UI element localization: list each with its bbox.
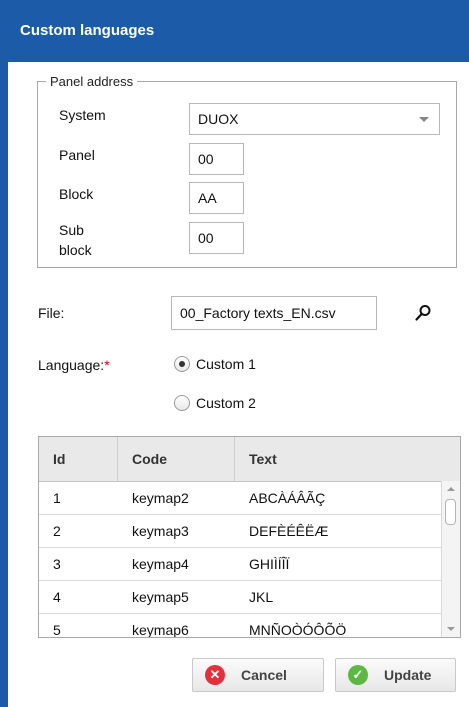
update-button-label: Update — [384, 667, 432, 683]
cell-text: MNÑOÒÓÔÕÖ — [249, 622, 347, 638]
scroll-down-arrow-icon[interactable] — [447, 627, 455, 631]
table-scrollbar[interactable] — [441, 481, 460, 637]
table-row[interactable]: 3 keymap4 GHIÌÍÎÏ — [39, 548, 460, 581]
cell-code: keymap3 — [132, 523, 189, 539]
file-label: File: — [38, 305, 65, 321]
subblock-label-line1: Sub — [59, 222, 84, 238]
table-row[interactable]: 1 keymap2 ABCÀÁÂÃÇ — [39, 482, 460, 515]
dialog-title: Custom languages — [20, 22, 155, 39]
cell-text: GHIÌÍÎÏ — [249, 556, 290, 572]
subblock-input[interactable]: 00 — [189, 222, 244, 254]
panel-input[interactable]: 00 — [189, 143, 244, 175]
table-row[interactable]: 5 keymap6 MNÑOÒÓÔÕÖ — [39, 614, 460, 638]
cancel-button-label: Cancel — [241, 667, 287, 683]
system-value: DUOX — [198, 111, 239, 127]
cell-code: keymap5 — [132, 589, 189, 605]
radio-custom-2-label: Custom 2 — [196, 395, 256, 411]
checkmark-icon: ✓ — [348, 665, 368, 685]
cell-text: JKL — [249, 589, 274, 605]
language-label: Language:* — [38, 357, 110, 373]
column-header-text[interactable]: Text — [235, 437, 440, 481]
file-input[interactable]: 00_Factory texts_EN.csv — [171, 296, 377, 330]
cell-id: 4 — [53, 589, 61, 605]
column-header-code[interactable]: Code — [118, 437, 235, 481]
required-asterisk: * — [104, 357, 110, 373]
custom-languages-dialog: Custom languages Panel address System DU… — [8, 0, 469, 707]
radio-circle — [174, 395, 190, 411]
system-select[interactable]: DUOX — [189, 103, 440, 135]
radio-custom-2[interactable]: Custom 2 — [174, 395, 256, 411]
radio-custom-1[interactable]: Custom 1 — [174, 356, 256, 372]
close-icon: ✕ — [205, 665, 225, 685]
system-label: System — [59, 107, 106, 123]
table-row[interactable]: 4 keymap5 JKL — [39, 581, 460, 614]
cell-id: 1 — [53, 490, 61, 506]
table-header: Id Code Text — [39, 437, 460, 482]
cell-id: 2 — [53, 523, 61, 539]
cell-id: 3 — [53, 556, 61, 572]
languages-table: Id Code Text 1 keymap2 ABCÀÁÂÃÇ 2 keymap… — [38, 436, 461, 638]
panel-address-legend: Panel address — [50, 74, 134, 89]
panel-label: Panel — [59, 147, 95, 163]
cell-id: 5 — [53, 622, 61, 638]
column-header-id[interactable]: Id — [39, 437, 118, 481]
subblock-label-line2: block — [59, 242, 92, 258]
chevron-down-icon — [419, 117, 429, 122]
cell-code: keymap4 — [132, 556, 189, 572]
block-input[interactable]: AA — [189, 182, 244, 214]
radio-custom-1-label: Custom 1 — [196, 356, 256, 372]
title-bar: Custom languages — [8, 0, 469, 62]
table-row[interactable]: 2 keymap3 DEFÈÉÊËÆ — [39, 515, 460, 548]
update-button[interactable]: ✓ Update — [335, 658, 456, 692]
search-icon[interactable] — [413, 303, 433, 323]
scroll-up-arrow-icon[interactable] — [447, 487, 455, 491]
cell-code: keymap2 — [132, 490, 189, 506]
block-label: Block — [59, 186, 94, 202]
cancel-button[interactable]: ✕ Cancel — [192, 658, 324, 692]
radio-circle-selected — [174, 356, 190, 372]
cell-text: ABCÀÁÂÃÇ — [249, 490, 326, 506]
scrollbar-thumb[interactable] — [445, 499, 456, 525]
cell-code: keymap6 — [132, 622, 189, 638]
cell-text: DEFÈÉÊËÆ — [249, 523, 329, 539]
